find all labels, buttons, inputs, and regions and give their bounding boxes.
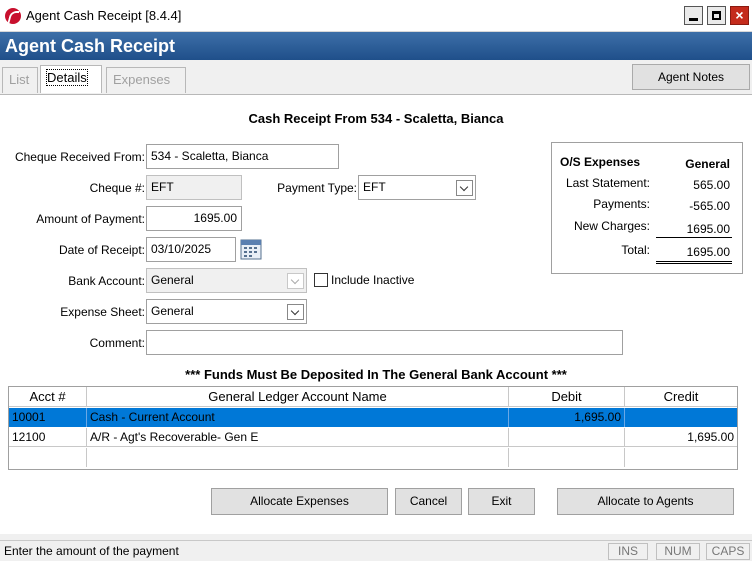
credit-cell: [625, 408, 737, 427]
amount-field[interactable]: 1695.00: [146, 206, 242, 231]
expense-sheet-select[interactable]: General: [146, 299, 307, 324]
expense-sheet-label: Expense Sheet:: [60, 305, 145, 319]
debit-cell: [509, 448, 625, 467]
table-row-empty[interactable]: [9, 448, 737, 467]
maximize-button[interactable]: [707, 6, 726, 25]
new-charges-label: New Charges:: [573, 219, 650, 233]
acct-cell: 10001: [9, 408, 87, 427]
close-button[interactable]: ×: [730, 6, 749, 25]
table-row[interactable]: 10001 Cash - Current Account 1,695.00: [9, 408, 737, 427]
tab-details[interactable]: Details: [40, 65, 102, 93]
bank-account-select[interactable]: General: [146, 268, 307, 293]
payment-type-label: Payment Type:: [277, 181, 357, 195]
total-label: Total:: [621, 243, 650, 257]
credit-cell: 1,695.00: [687, 430, 734, 444]
window-title: Agent Cash Receipt [8.4.4]: [26, 8, 182, 23]
payment-type-value: EFT: [363, 180, 386, 194]
column-header-acct[interactable]: Acct #: [9, 387, 87, 407]
app-logo-icon: [5, 8, 21, 24]
agent-notes-button[interactable]: Agent Notes: [632, 64, 750, 90]
last-statement-value: 565.00: [693, 178, 730, 192]
column-header-account-name[interactable]: General Ledger Account Name: [87, 387, 509, 407]
allocate-to-agents-button[interactable]: Allocate to Agents: [557, 488, 734, 515]
status-message: Enter the amount of the payment: [4, 544, 179, 558]
bank-account-label: Bank Account:: [68, 274, 145, 288]
page-title: Agent Cash Receipt: [0, 32, 752, 60]
minimize-button[interactable]: [684, 6, 703, 25]
acct-cell: 12100: [9, 428, 87, 447]
os-expenses-column: General: [685, 157, 730, 171]
column-header-credit[interactable]: Credit: [625, 387, 737, 407]
credit-cell: [625, 448, 737, 467]
comment-field[interactable]: [146, 330, 623, 355]
caps-indicator: CAPS: [706, 543, 750, 560]
ledger-table[interactable]: Acct # General Ledger Account Name Debit…: [8, 386, 738, 470]
os-expenses-title: O/S Expenses: [560, 155, 641, 169]
account-name-cell: [87, 448, 509, 467]
chevron-down-icon: [287, 273, 304, 289]
date-field[interactable]: 03/10/2025: [146, 237, 236, 262]
payments-value: -565.00: [689, 199, 730, 213]
new-charges-value: 1695.00: [686, 222, 730, 236]
receipt-heading: Cash Receipt From 534 - Scaletta, Bianca: [248, 111, 504, 126]
account-name-cell: Cash - Current Account: [87, 408, 509, 427]
include-inactive-label: Include Inactive: [331, 273, 415, 287]
total-underline: [656, 261, 732, 264]
table-row[interactable]: 12100 A/R - Agt's Recoverable- Gen E 1,6…: [9, 428, 737, 447]
expense-sheet-value: General: [151, 304, 194, 318]
tab-expenses[interactable]: Expenses: [106, 67, 186, 93]
payment-type-select[interactable]: EFT: [358, 175, 476, 200]
status-bar: Enter the amount of the payment INS NUM …: [0, 540, 752, 561]
exit-button[interactable]: Exit: [468, 488, 535, 515]
include-inactive-checkbox[interactable]: [314, 273, 328, 287]
date-label: Date of Receipt:: [58, 243, 145, 257]
cheque-from-label: Cheque Received From:: [14, 150, 145, 164]
os-expenses-box: O/S Expenses General Last Statement: 565…: [551, 142, 743, 274]
bank-account-value: General: [151, 273, 194, 287]
total-value: 1695.00: [686, 245, 730, 259]
column-header-debit[interactable]: Debit: [509, 387, 625, 407]
amount-label: Amount of Payment:: [36, 212, 145, 226]
payments-label: Payments:: [593, 197, 650, 211]
allocate-expenses-button[interactable]: Allocate Expenses: [211, 488, 388, 515]
cheque-from-field[interactable]: 534 - Scaletta, Bianca: [146, 144, 339, 169]
tab-list[interactable]: List: [2, 67, 38, 93]
ins-indicator: INS: [608, 543, 648, 560]
cheque-no-label: Cheque #:: [89, 181, 145, 195]
num-indicator: NUM: [656, 543, 700, 560]
chevron-down-icon[interactable]: [287, 304, 304, 320]
cheque-no-field[interactable]: EFT: [146, 175, 242, 200]
comment-label: Comment:: [89, 336, 145, 350]
acct-cell: [9, 448, 87, 467]
deposit-notice: *** Funds Must Be Deposited In The Gener…: [185, 367, 567, 382]
last-statement-label: Last Statement:: [565, 176, 650, 190]
debit-cell: [509, 428, 625, 447]
calendar-icon[interactable]: [240, 238, 262, 260]
debit-cell: 1,695.00: [509, 408, 625, 427]
account-name-cell: A/R - Agt's Recoverable- Gen E: [87, 428, 509, 447]
chevron-down-icon[interactable]: [456, 180, 473, 196]
total-divider: [656, 237, 732, 238]
cancel-button[interactable]: Cancel: [395, 488, 462, 515]
